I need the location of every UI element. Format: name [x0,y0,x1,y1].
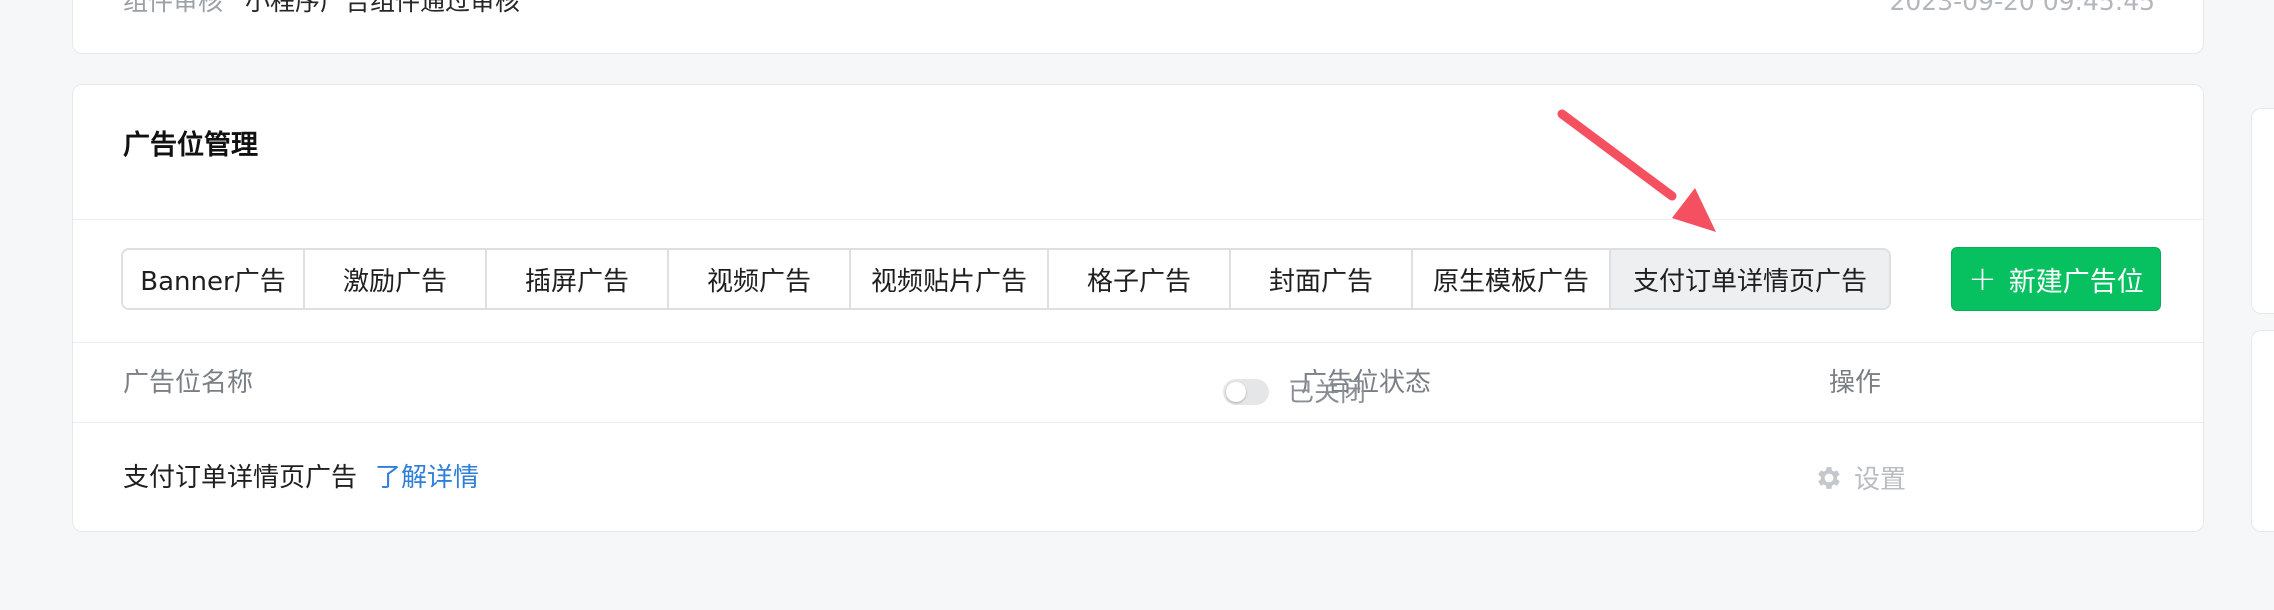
audit-row: 组件审核 小程序广告组件通过审核 [123,0,520,17]
table-row: 支付订单详情页广告 了解详情 [123,461,479,495]
status-text: 已关闭 [1288,378,1367,408]
toggle-knob [1226,382,1246,402]
tab-video[interactable]: 视频广告 [669,250,851,308]
status-toggle[interactable] [1223,379,1269,405]
audit-label: 组件审核 [123,0,224,16]
right-panel-edge [2251,108,2274,314]
tab-payment-order-detail[interactable]: 支付订单详情页广告 [1611,250,1889,308]
card-title: 广告位管理 [123,130,258,161]
divider [73,219,2203,220]
tab-cover[interactable]: 封面广告 [1231,250,1413,308]
tab-banner[interactable]: Banner广告 [123,250,305,308]
audit-value: 小程序广告组件通过审核 [244,0,520,16]
tab-rewarded[interactable]: 激励广告 [305,250,487,308]
tab-interstitial[interactable]: 插屏广告 [487,250,669,308]
divider [73,342,2203,343]
tab-video-patch[interactable]: 视频贴片广告 [851,250,1049,308]
tab-native-template[interactable]: 原生模板广告 [1413,250,1611,308]
tab-grid[interactable]: 格子广告 [1049,250,1231,308]
col-header-action: 操作 [1829,368,1882,398]
learn-more-link[interactable]: 了解详情 [375,463,479,493]
new-ad-slot-label: 新建广告位 [2008,266,2144,298]
ad-slot-name: 支付订单详情页广告 [123,463,358,493]
audit-time: 2023-09-20 09:45:45 [1889,0,2155,16]
audit-info-card: 组件审核 小程序广告组件通过审核 2023-09-20 09:45:45 [72,0,2204,54]
plus-icon: + [1968,259,1997,299]
divider [73,422,2203,423]
gear-icon [1818,466,1840,489]
settings-action[interactable]: 设置 [1814,459,1906,496]
ad-type-tabs: Banner广告 激励广告 插屏广告 视频广告 视频贴片广告 格子广告 封面广告… [121,248,1891,310]
new-ad-slot-button[interactable]: + 新建广告位 [1951,247,2161,311]
settings-label: 设置 [1854,465,1907,495]
right-panel-edge [2251,330,2274,532]
col-header-name: 广告位名称 [123,368,254,398]
